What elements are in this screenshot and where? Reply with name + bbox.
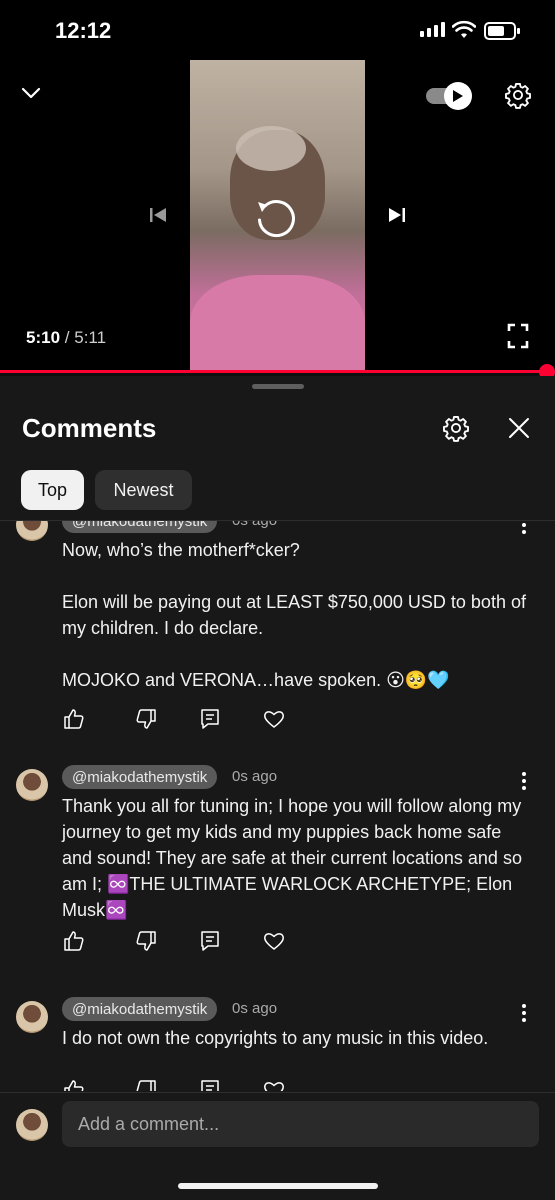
heart-icon[interactable]	[262, 1078, 286, 1091]
progress-bar[interactable]	[0, 370, 547, 373]
previous-icon[interactable]	[145, 202, 171, 228]
heart-icon[interactable]	[262, 929, 286, 953]
video-player[interactable]: 5:10 / 5:11	[0, 60, 555, 372]
time-display: 5:10 / 5:11	[26, 328, 106, 348]
chevron-down-icon[interactable]	[16, 78, 46, 108]
like-icon[interactable]	[62, 1078, 86, 1091]
signal-icon	[420, 22, 445, 37]
reply-icon[interactable]	[198, 929, 222, 953]
dislike-icon[interactable]	[134, 1078, 158, 1091]
divider	[0, 1092, 555, 1093]
author-handle[interactable]: @miakodathemystik	[62, 765, 218, 789]
more-icon[interactable]	[514, 769, 534, 793]
wifi-icon	[452, 20, 476, 38]
avatar[interactable]	[16, 1001, 48, 1033]
avatar	[16, 1109, 48, 1141]
fullscreen-icon[interactable]	[506, 322, 530, 350]
next-icon[interactable]	[384, 202, 410, 228]
battery-icon	[484, 22, 520, 40]
avatar[interactable]	[16, 521, 48, 541]
more-icon[interactable]	[514, 521, 534, 537]
author-handle[interactable]: @miakodathemystik	[62, 521, 218, 533]
comment-actions	[62, 929, 302, 953]
comment-time: 0s ago	[232, 1000, 278, 1017]
reply-icon[interactable]	[198, 707, 222, 731]
current-time: 5:10	[26, 328, 61, 347]
reply-icon[interactable]	[198, 1078, 222, 1091]
more-icon[interactable]	[514, 1001, 534, 1025]
like-icon[interactable]	[62, 929, 86, 953]
author-handle[interactable]: @miakodathemystik	[62, 997, 218, 1021]
time-separator: /	[64, 328, 70, 347]
comments-panel: Comments Top Newest @miakodathemystik 0s…	[0, 376, 555, 1200]
comment-text: Thank you all for tuning in; I hope you …	[62, 796, 527, 920]
comments-list[interactable]: @miakodathemystik 0s ago Now, who’s the …	[0, 521, 555, 1091]
autoplay-toggle[interactable]	[424, 80, 474, 110]
comment-text: Now, who’s the motherf*cker? Elon will b…	[62, 540, 526, 690]
sort-chip-newest[interactable]: Newest	[95, 470, 192, 510]
replay-icon[interactable]	[248, 190, 304, 246]
home-indicator[interactable]	[178, 1183, 378, 1189]
dislike-icon[interactable]	[134, 929, 158, 953]
sort-chip-top[interactable]: Top	[21, 470, 84, 510]
panel-title: Comments	[22, 413, 157, 443]
like-icon[interactable]	[62, 707, 86, 731]
duration: 5:11	[74, 328, 107, 347]
dislike-icon[interactable]	[134, 707, 158, 731]
avatar[interactable]	[16, 769, 48, 801]
add-comment-input[interactable]	[62, 1101, 539, 1147]
status-bar: 12:12	[0, 0, 555, 60]
close-icon[interactable]	[503, 412, 535, 444]
comment-actions	[62, 707, 302, 731]
drag-handle[interactable]	[252, 384, 304, 389]
status-time: 12:12	[55, 18, 112, 43]
comment-actions	[62, 1078, 302, 1091]
play-icon	[453, 90, 463, 102]
heart-icon[interactable]	[262, 707, 286, 731]
comment-time: 0s ago	[232, 521, 277, 529]
gear-icon[interactable]	[503, 80, 533, 110]
comment-time: 0s ago	[232, 768, 278, 785]
comment-text: I do not own the copyrights to any music…	[62, 1028, 489, 1048]
gear-icon[interactable]	[440, 412, 472, 444]
